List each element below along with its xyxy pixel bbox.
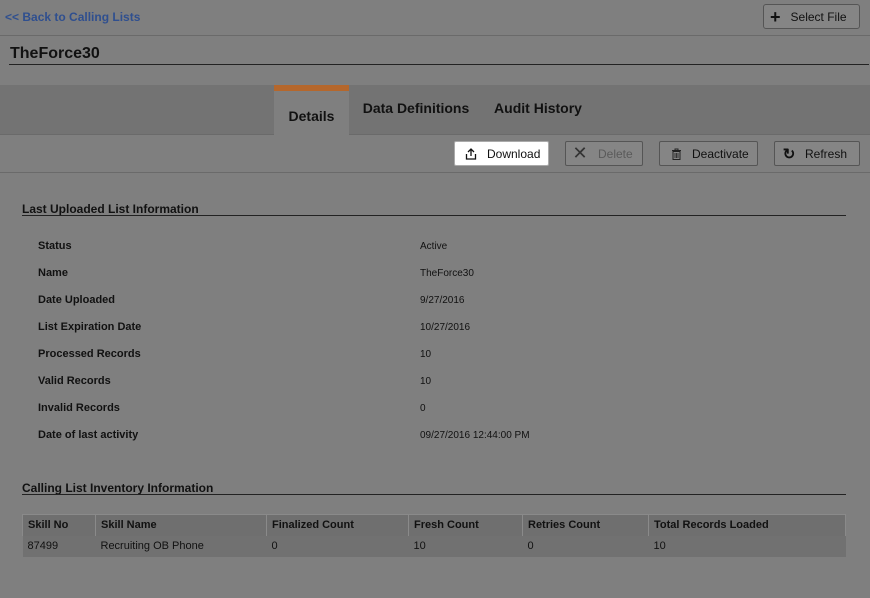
tab-details[interactable]: Details (274, 85, 349, 137)
deactivate-button[interactable]: Deactivate (659, 141, 758, 166)
cell-fresh-count: 10 (408, 535, 523, 557)
deactivate-label: Deactivate (692, 146, 749, 161)
column-header-finalized-count[interactable]: Finalized Count (266, 514, 409, 536)
refresh-label: Refresh (805, 146, 848, 161)
upload-share-icon (463, 147, 479, 160)
top-bar: << Back to Calling Lists + Select File (0, 0, 870, 36)
processed-records-label: Processed Records (38, 348, 141, 360)
column-header-skill-no[interactable]: Skill No (22, 514, 96, 536)
inventory-section-title: Calling List Inventory Information (22, 481, 214, 495)
title-divider (9, 64, 869, 65)
column-header-total-records-loaded[interactable]: Total Records Loaded (648, 514, 846, 536)
inventory-table: Skill No Skill Name Finalized Count Fres… (22, 514, 846, 557)
valid-records-label: Valid Records (38, 375, 111, 387)
tab-audit-history[interactable]: Audit History (488, 85, 588, 135)
column-header-skill-name[interactable]: Skill Name (95, 514, 267, 536)
name-label: Name (38, 267, 68, 279)
date-uploaded-value: 9/27/2016 (420, 295, 465, 306)
cell-total-records-loaded: 10 (648, 535, 846, 557)
back-to-calling-lists-link[interactable]: << Back to Calling Lists (5, 10, 140, 24)
delete-button[interactable]: ✕ Delete (565, 141, 643, 166)
cell-retries-count: 0 (522, 535, 649, 557)
status-label: Status (38, 240, 72, 252)
expiration-date-value: 10/27/2016 (420, 322, 471, 333)
last-activity-label: Date of last activity (38, 429, 139, 441)
page-title: TheForce30 (10, 45, 100, 62)
download-button[interactable]: Download (454, 141, 549, 166)
invalid-records-label: Invalid Records (38, 402, 120, 414)
date-uploaded-label: Date Uploaded (38, 294, 116, 306)
refresh-button[interactable]: ↻ Refresh (774, 141, 860, 166)
delete-label: Delete (598, 146, 633, 161)
tab-data-definitions[interactable]: Data Definitions (360, 85, 472, 135)
column-header-retries-count[interactable]: Retries Count (522, 514, 649, 536)
status-value: Active (420, 241, 448, 252)
select-file-button[interactable]: + Select File (763, 4, 860, 29)
processed-records-value: 10 (420, 349, 432, 360)
last-activity-value: 09/27/2016 12:44:00 PM (420, 430, 530, 441)
last-uploaded-section-title: Last Uploaded List Information (22, 202, 199, 216)
select-file-label: Select File (790, 9, 847, 24)
plus-icon: + (770, 6, 781, 27)
last-uploaded-divider (22, 215, 846, 216)
invalid-records-value: 0 (420, 403, 426, 414)
cell-skill-no: 87499 (22, 535, 96, 557)
action-toolbar: Download ✕ Delete Deactivate ↻ Refresh (0, 136, 870, 173)
tab-bar: Details Data Definitions Audit History (0, 85, 870, 137)
refresh-icon: ↻ (782, 145, 796, 163)
x-icon: ✕ (572, 143, 588, 163)
expiration-date-label: List Expiration Date (38, 321, 142, 333)
name-value: TheForce30 (420, 268, 474, 279)
download-label: Download (487, 146, 541, 161)
column-header-fresh-count[interactable]: Fresh Count (408, 514, 523, 536)
cell-skill-name: Recruiting OB Phone (95, 535, 267, 557)
trash-icon (668, 148, 684, 160)
valid-records-value: 10 (420, 376, 432, 387)
cell-finalized-count: 0 (266, 535, 409, 557)
table-header-row: Skill No Skill Name Finalized Count Fres… (22, 514, 846, 536)
inventory-divider (22, 494, 846, 495)
table-row[interactable]: 87499 Recruiting OB Phone 0 10 0 10 (22, 535, 846, 557)
